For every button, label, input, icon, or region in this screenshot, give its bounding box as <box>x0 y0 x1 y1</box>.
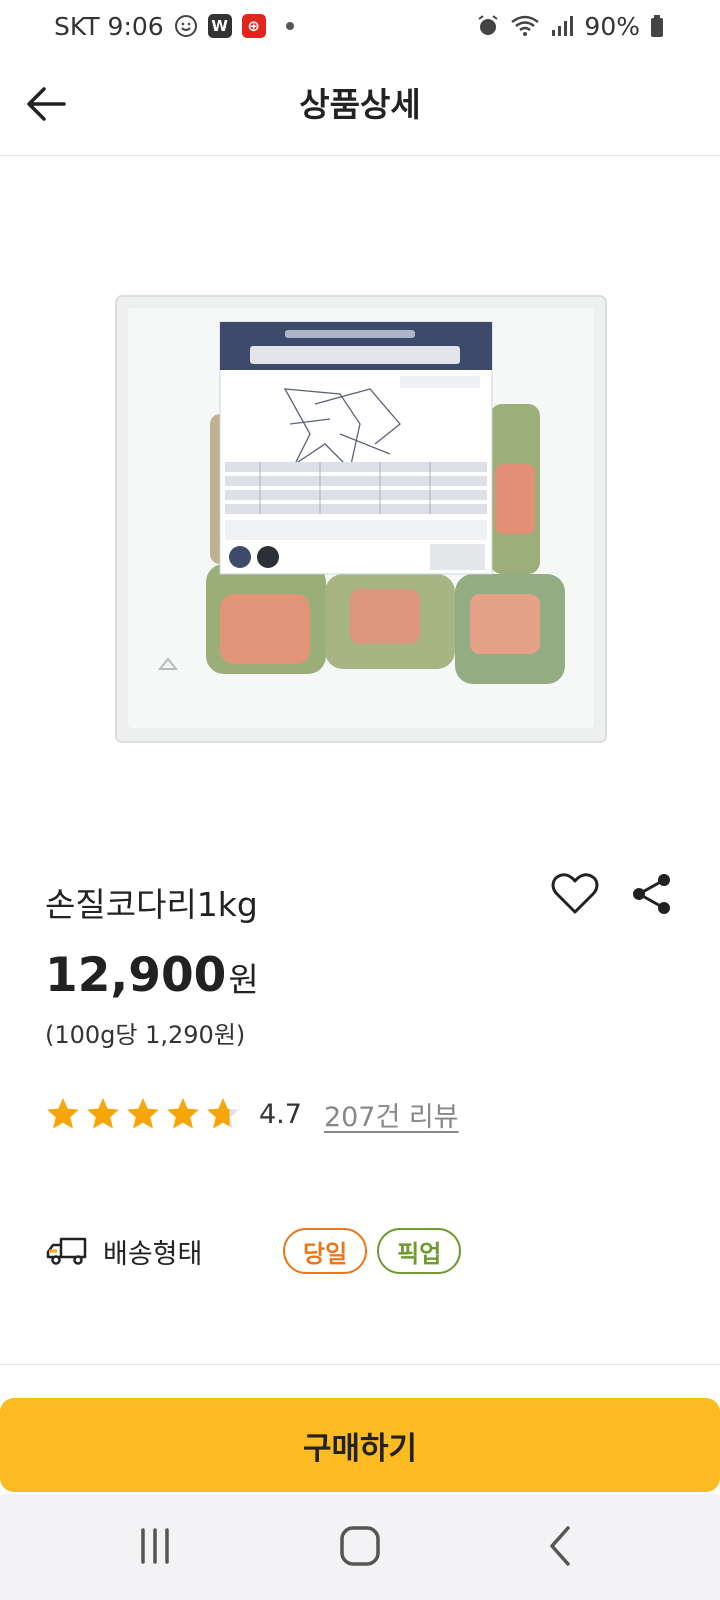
app-bar: 상품상세 <box>0 52 720 156</box>
product-name: 손질코다리1kg <box>45 885 258 924</box>
delivery-row: 배송형태 당일 픽업 <box>45 1226 685 1276</box>
rating-row: 4.7 207건 리뷰 <box>45 1094 459 1134</box>
price-currency: 원 <box>228 960 259 999</box>
smile-icon <box>174 15 197 37</box>
truck-icon <box>46 1237 87 1265</box>
home-icon[interactable] <box>335 1524 385 1568</box>
delivery-chips: 당일 픽업 <box>283 1228 462 1274</box>
status-right: 90% <box>476 12 664 41</box>
back-nav-icon[interactable] <box>536 1524 586 1568</box>
review-link[interactable]: 207건 리뷰 <box>324 1095 459 1134</box>
star-rating <box>45 1096 241 1132</box>
battery-percent: 90% <box>584 11 640 41</box>
signal-icon <box>552 16 574 36</box>
rating-score: 4.7 <box>259 1098 302 1130</box>
chip-same-day[interactable]: 당일 <box>283 1228 368 1274</box>
star-icon <box>87 1098 119 1129</box>
chip-pickup[interactable]: 픽업 <box>377 1228 462 1274</box>
more-notifications-icon <box>285 22 294 30</box>
price-row: 12,900 원 <box>45 948 259 1003</box>
red-app-icon: ⊕ <box>241 14 266 38</box>
status-carrier-time: SKT 9:06 <box>54 11 164 41</box>
status-bar: SKT 9:06 W ⊕ 90% <box>0 0 720 52</box>
wifi-icon <box>511 15 540 36</box>
alarm-icon <box>478 15 499 35</box>
page-title: 상품상세 <box>299 85 421 124</box>
status-left: SKT 9:06 W ⊕ <box>54 12 294 41</box>
unit-price: (100g당 1,290원) <box>45 1021 246 1049</box>
price-value: 12,900 <box>45 948 227 1003</box>
w-app-icon: W <box>207 14 232 38</box>
product-image <box>115 295 607 743</box>
system-nav-bar <box>0 1494 720 1600</box>
star-icon <box>167 1098 199 1129</box>
delivery-label: 배송형태 <box>103 1238 203 1270</box>
divider <box>0 1364 720 1365</box>
share-icon[interactable] <box>630 872 674 916</box>
heart-icon[interactable] <box>550 870 600 916</box>
recent-apps-icon[interactable] <box>130 1524 180 1568</box>
star-icon <box>207 1098 239 1129</box>
star-icon <box>47 1098 79 1129</box>
buy-button[interactable]: 구매하기 <box>0 1398 720 1492</box>
star-icon <box>127 1098 159 1129</box>
battery-icon <box>651 15 663 37</box>
